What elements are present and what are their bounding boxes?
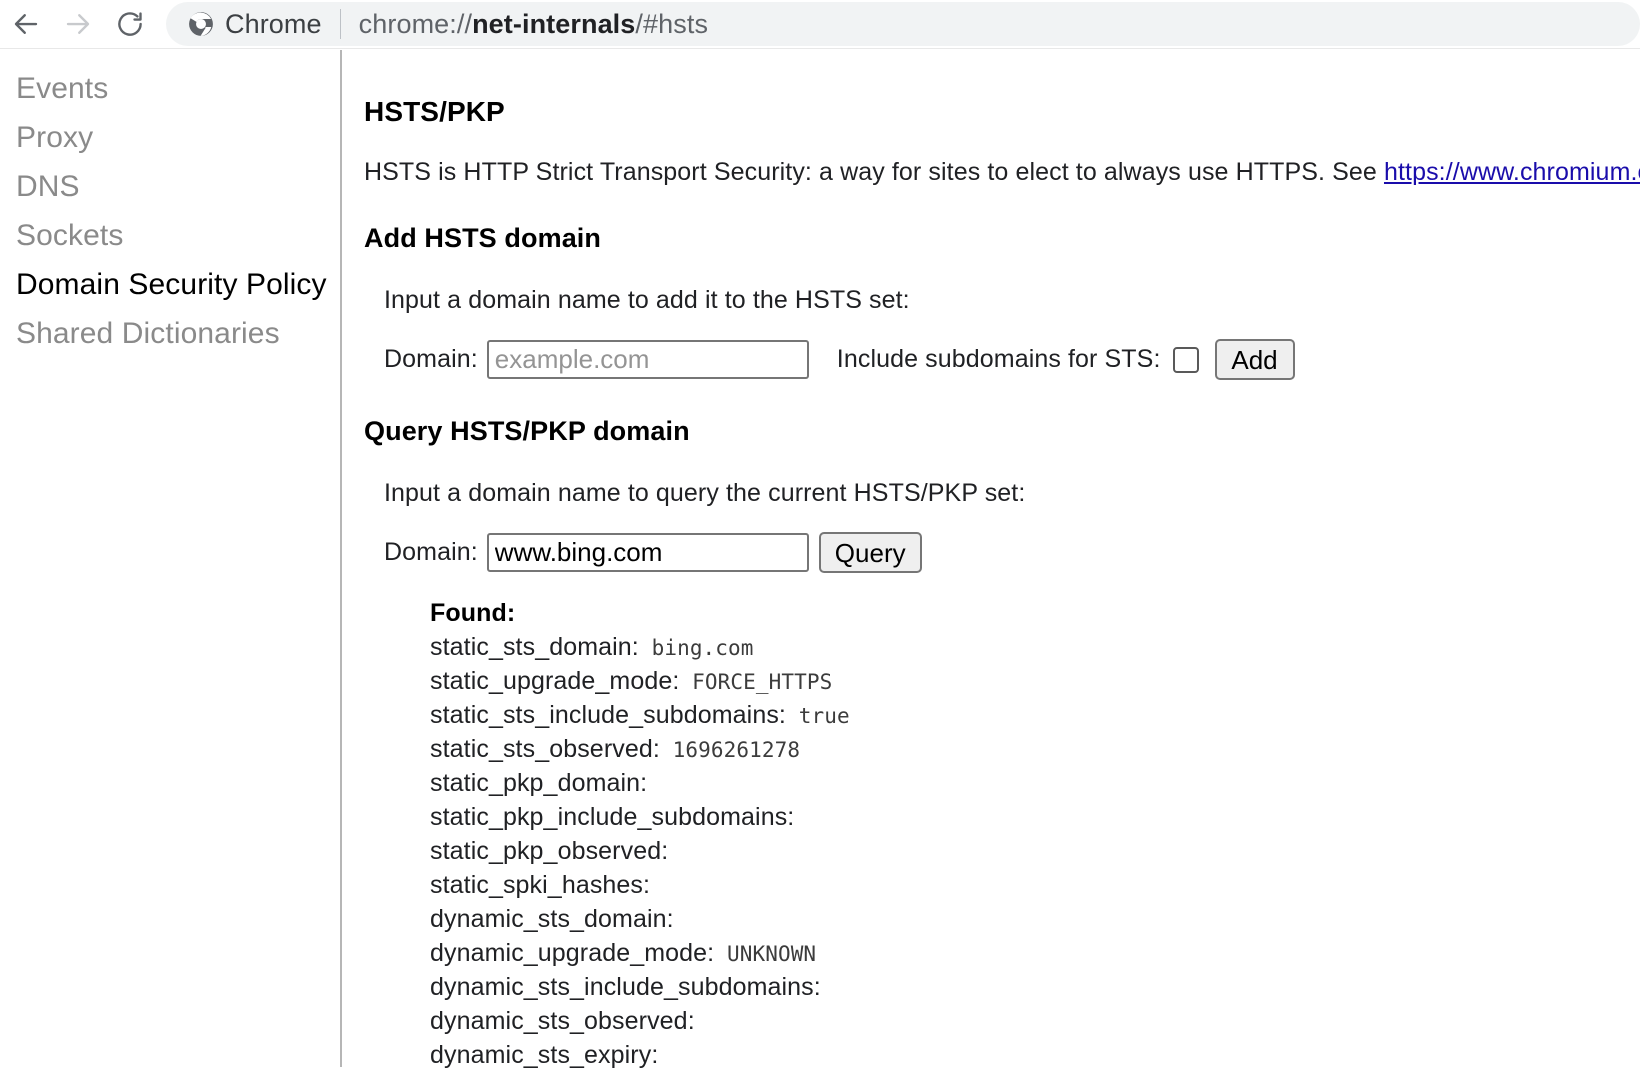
query-results-heading: Found: — [430, 599, 1640, 628]
url-host: net-internals — [472, 9, 635, 39]
query-result-key: static_pkp_domain: — [430, 769, 647, 797]
include-subdomains-label: Include subdomains for STS: — [837, 345, 1161, 374]
sidebar-item-proxy[interactable]: Proxy — [0, 113, 340, 162]
query-result-key: static_pkp_observed: — [430, 837, 668, 865]
sidebar-item-label: DNS — [16, 170, 80, 203]
sidebar-item-label: Events — [16, 72, 108, 105]
add-hsts-domain-form: Domain: Include subdomains for STS: Add — [384, 339, 1640, 380]
query-result-value: true — [786, 704, 850, 728]
reload-button[interactable] — [104, 2, 156, 46]
forward-button[interactable] — [52, 2, 104, 46]
query-result-row: static_pkp_observed: — [430, 837, 1640, 866]
sidebar-item-label: Domain Security Policy — [16, 268, 327, 301]
query-result-key: static_spki_hashes: — [430, 871, 650, 899]
add-hsts-domain-title: Add HSTS domain — [364, 223, 1640, 254]
sidebar-item-label: Sockets — [16, 219, 123, 252]
query-hsts-domain-title: Query HSTS/PKP domain — [364, 416, 1640, 447]
query-result-key: static_sts_observed: — [430, 735, 660, 763]
sidebar-nav: Events Proxy DNS Sockets Domain Security… — [0, 50, 342, 1067]
forward-arrow-icon — [63, 9, 93, 39]
query-result-key: static_sts_include_subdomains: — [430, 701, 786, 729]
query-result-key: dynamic_sts_expiry: — [430, 1041, 658, 1069]
query-result-key: static_pkp_include_subdomains: — [430, 803, 794, 831]
query-result-key: static_sts_domain: — [430, 633, 639, 661]
reload-icon — [115, 9, 145, 39]
hsts-description-text: HSTS is HTTP Strict Transport Security: … — [364, 158, 1384, 186]
query-result-row: static_spki_hashes: — [430, 871, 1640, 900]
query-domain-label: Domain: — [384, 538, 478, 567]
query-result-key: static_upgrade_mode: — [430, 667, 679, 695]
add-hsts-domain-section: Add HSTS domain Input a domain name to a… — [364, 223, 1640, 380]
sidebar-item-label: Shared Dictionaries — [16, 317, 280, 350]
query-result-row: static_sts_domain: bing.com — [430, 633, 1640, 662]
query-result-key: dynamic_upgrade_mode: — [430, 939, 714, 967]
query-result-row: dynamic_upgrade_mode: UNKNOWN — [430, 939, 1640, 968]
query-button[interactable]: Query — [819, 532, 922, 573]
query-result-row: static_sts_include_subdomains: true — [430, 701, 1640, 730]
query-result-row: dynamic_sts_include_subdomains: — [430, 973, 1640, 1002]
query-hsts-domain-form: Domain: Query — [384, 532, 1640, 573]
sidebar-item-shared-dictionaries[interactable]: Shared Dictionaries — [0, 309, 340, 358]
query-result-value: 1696261278 — [660, 738, 800, 762]
browser-toolbar: Chrome chrome://net-internals/#hsts — [0, 0, 1640, 49]
omnibox-brand-label: Chrome — [225, 9, 322, 40]
query-result-row: static_sts_observed: 1696261278 — [430, 735, 1640, 764]
query-result-key: dynamic_sts_include_subdomains: — [430, 973, 821, 1001]
url-path: /#hsts — [635, 9, 708, 39]
query-result-row: static_pkp_include_subdomains: — [430, 803, 1640, 832]
sidebar-item-domain-security-policy[interactable]: Domain Security Policy — [0, 260, 340, 309]
sidebar-item-label: Proxy — [16, 121, 93, 154]
net-internals-page: Events Proxy DNS Sockets Domain Security… — [0, 50, 1640, 1067]
query-result-key: dynamic_sts_domain: — [430, 905, 674, 933]
query-result-row: static_upgrade_mode: FORCE_HTTPS — [430, 667, 1640, 696]
url-prefix: chrome:// — [359, 9, 472, 39]
query-result-row: static_pkp_domain: — [430, 769, 1640, 798]
sidebar-item-sockets[interactable]: Sockets — [0, 211, 340, 260]
include-subdomains-checkbox[interactable] — [1173, 347, 1199, 373]
chromium-hsts-link[interactable]: https://www.chromium.org/hsts — [1384, 158, 1640, 186]
hsts-description: HSTS is HTTP Strict Transport Security: … — [364, 158, 1640, 187]
query-result-row: dynamic_sts_domain: — [430, 905, 1640, 934]
main-content: HSTS/PKP HSTS is HTTP Strict Transport S… — [342, 50, 1640, 1067]
query-results: Found: static_sts_domain: bing.comstatic… — [430, 599, 1640, 1070]
address-bar[interactable]: Chrome chrome://net-internals/#hsts — [166, 2, 1640, 46]
omnibox-url-text: chrome://net-internals/#hsts — [359, 9, 708, 40]
sidebar-item-dns[interactable]: DNS — [0, 162, 340, 211]
query-result-row: dynamic_sts_expiry: — [430, 1041, 1640, 1070]
query-domain-input[interactable] — [487, 533, 809, 572]
query-results-list: static_sts_domain: bing.com static_upgrad… — [430, 633, 1640, 1070]
query-result-value: bing.com — [639, 636, 754, 660]
add-button[interactable]: Add — [1215, 339, 1295, 380]
query-result-key: dynamic_sts_observed: — [430, 1007, 695, 1035]
omnibox-divider — [340, 9, 341, 39]
add-domain-label: Domain: — [384, 345, 478, 374]
query-result-row: dynamic_sts_observed: — [430, 1007, 1640, 1036]
sidebar-item-events[interactable]: Events — [0, 64, 340, 113]
back-arrow-icon — [11, 9, 41, 39]
query-result-value: FORCE_HTTPS — [679, 670, 832, 694]
back-button[interactable] — [0, 2, 52, 46]
page-title: HSTS/PKP — [364, 96, 1640, 128]
query-hsts-domain-section: Query HSTS/PKP domain Input a domain nam… — [364, 416, 1640, 1070]
query-hsts-domain-hint: Input a domain name to query the current… — [384, 479, 1640, 508]
add-hsts-domain-hint: Input a domain name to add it to the HST… — [384, 286, 1640, 315]
chrome-logo-icon — [188, 11, 214, 37]
add-domain-input[interactable] — [487, 340, 809, 379]
query-result-value: UNKNOWN — [714, 942, 816, 966]
